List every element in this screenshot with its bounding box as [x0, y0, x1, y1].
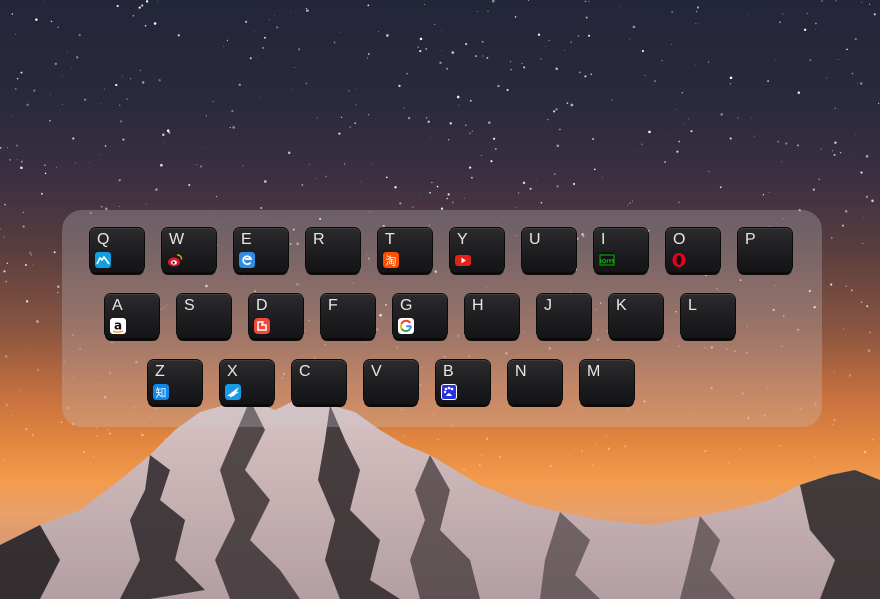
key-letter: Q — [97, 231, 110, 248]
key-f[interactable]: F — [321, 294, 375, 338]
key-j[interactable]: J — [537, 294, 591, 338]
key-c[interactable]: C — [292, 360, 346, 404]
key-letter: O — [673, 231, 686, 248]
key-t[interactable]: T淘 — [378, 228, 432, 272]
svg-text:淘: 淘 — [386, 255, 397, 268]
key-letter: U — [529, 231, 541, 248]
key-h[interactable]: H — [465, 294, 519, 338]
key-letter: N — [515, 363, 527, 380]
key-letter: X — [227, 363, 238, 380]
key-letter: P — [745, 231, 756, 248]
key-letter: B — [443, 363, 454, 380]
key-a[interactable]: Aa — [105, 294, 159, 338]
key-m[interactable]: M — [580, 360, 634, 404]
key-n[interactable]: N — [508, 360, 562, 404]
svg-text:知: 知 — [156, 386, 167, 400]
key-letter: T — [385, 231, 395, 248]
key-i[interactable]: IiQIYI — [594, 228, 648, 272]
douyu-icon — [254, 318, 270, 334]
key-letter: V — [371, 363, 382, 380]
key-letter: L — [688, 297, 697, 314]
key-e[interactable]: E — [234, 228, 288, 272]
taobao-icon: 淘 — [383, 252, 399, 268]
key-y[interactable]: Y — [450, 228, 504, 272]
key-o[interactable]: O — [666, 228, 720, 272]
key-k[interactable]: K — [609, 294, 663, 338]
zhihu-icon: 知 — [153, 384, 169, 400]
key-letter: G — [400, 297, 413, 314]
key-l[interactable]: L — [681, 294, 735, 338]
key-letter: E — [241, 231, 252, 248]
key-letter: I — [601, 231, 606, 248]
key-g[interactable]: G — [393, 294, 447, 338]
iqiyi-icon: iQIYI — [599, 252, 615, 268]
key-letter: R — [313, 231, 325, 248]
svg-text:a: a — [114, 319, 122, 333]
opera-icon — [671, 252, 687, 268]
key-q[interactable]: Q — [90, 228, 144, 272]
key-letter: A — [112, 297, 123, 314]
key-letter: M — [587, 363, 601, 380]
xunlei-icon — [225, 384, 241, 400]
youtube-icon — [455, 252, 471, 268]
key-letter: Y — [457, 231, 468, 248]
key-letter: H — [472, 297, 484, 314]
key-b[interactable]: B — [436, 360, 490, 404]
alibaba-camel-icon — [95, 252, 111, 268]
amazon-icon: a — [110, 318, 126, 334]
svg-text:iQIYI: iQIYI — [600, 259, 614, 265]
key-u[interactable]: U — [522, 228, 576, 272]
key-letter: F — [328, 297, 338, 314]
weibo-icon — [167, 252, 183, 268]
key-s[interactable]: S — [177, 294, 231, 338]
shortcut-keyboard-panel: Q W E R T 淘 Y U IiQIYI O P Aa S D F G H J K L Z 知 X C V B N M — [62, 210, 822, 427]
key-r[interactable]: R — [306, 228, 360, 272]
key-z[interactable]: Z知 — [148, 360, 202, 404]
key-letter: D — [256, 297, 268, 314]
google-icon — [398, 318, 414, 334]
key-letter: C — [299, 363, 311, 380]
baidu-icon — [441, 384, 457, 400]
key-x[interactable]: X — [220, 360, 274, 404]
key-w[interactable]: W — [162, 228, 216, 272]
key-letter: J — [544, 297, 552, 314]
key-letter: K — [616, 297, 627, 314]
key-letter: Z — [155, 363, 165, 380]
key-p[interactable]: P — [738, 228, 792, 272]
key-letter: S — [184, 297, 195, 314]
edge-browser-icon — [239, 252, 255, 268]
key-v[interactable]: V — [364, 360, 418, 404]
key-d[interactable]: D — [249, 294, 303, 338]
key-letter: W — [169, 231, 185, 248]
